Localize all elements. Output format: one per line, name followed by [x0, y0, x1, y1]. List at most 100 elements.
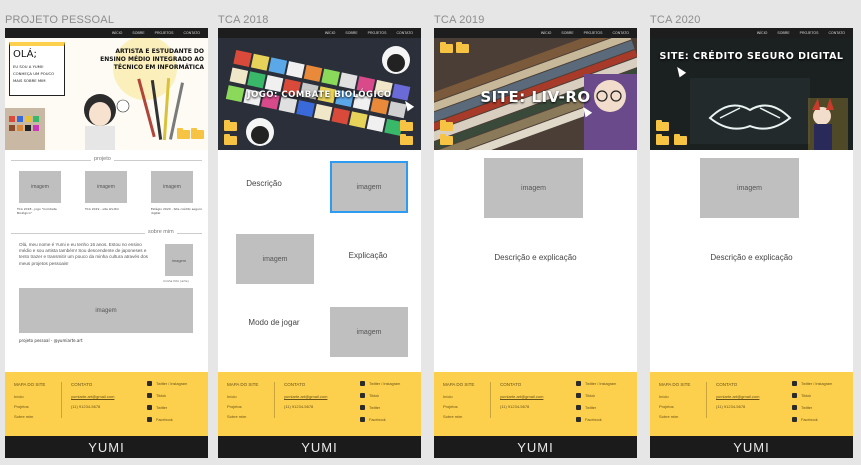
big-image[interactable]: imagem: [19, 288, 193, 333]
footer-email-link[interactable]: yumiarte.art@gmail.com: [716, 394, 759, 399]
hero-title: SITE: LIV-RO: [480, 88, 591, 106]
frame-projeto-pessoal[interactable]: INÍCIO SOBRE PROJETOS CONTATO OLÁ; EU SO…: [5, 28, 208, 458]
main-image[interactable]: imagem: [700, 158, 799, 218]
project-image-2[interactable]: imagem: [85, 171, 127, 203]
footer-link-inicio[interactable]: Início: [659, 394, 669, 399]
footer-link-projetos[interactable]: Projetos: [14, 404, 29, 409]
brand-bar: YUMI: [434, 436, 637, 458]
folder-icon[interactable]: [440, 42, 453, 53]
nav-inicio[interactable]: INÍCIO: [541, 31, 552, 35]
footer-link-sobre[interactable]: Sobre mim: [14, 414, 33, 419]
folder-icon[interactable]: [656, 134, 669, 145]
footer-email-link[interactable]: yumiarte.art@gmail.com: [500, 394, 543, 399]
image-3[interactable]: imagem: [330, 307, 408, 357]
social-instagram[interactable]: Twitter / Instagram: [360, 381, 400, 386]
nav-contato[interactable]: CONTATO: [396, 31, 413, 35]
folder-icon[interactable]: [656, 120, 669, 131]
image-2[interactable]: imagem: [236, 234, 314, 284]
nav-projetos[interactable]: PROJETOS: [800, 31, 819, 35]
footer-link-inicio[interactable]: Início: [14, 394, 24, 399]
frame-label-4[interactable]: TCA 2020: [650, 14, 701, 26]
folder-icon[interactable]: [456, 42, 469, 53]
section-label-about: sobre mim: [145, 229, 177, 235]
footer-contact-title: CONTATO: [284, 382, 306, 387]
social-instagram[interactable]: Twitter / Instagram: [792, 381, 832, 386]
social-facebook[interactable]: Facebook: [576, 417, 602, 422]
social-instagram[interactable]: Twitter / Instagram: [576, 381, 616, 386]
project-image-1[interactable]: imagem: [19, 171, 61, 203]
footer-link-projetos[interactable]: Projetos: [659, 404, 674, 409]
footer-link-sobre[interactable]: Sobre mim: [443, 414, 462, 419]
footer-link-inicio[interactable]: Início: [443, 394, 453, 399]
social-twitter[interactable]: Twitter: [576, 405, 596, 410]
instagram-icon: [147, 381, 152, 386]
social-twitter[interactable]: Twitter: [360, 405, 380, 410]
instagram-icon: [576, 381, 581, 386]
nav-sobre[interactable]: SOBRE: [345, 31, 357, 35]
frame-tca-2018[interactable]: INÍCIO SOBRE PROJETOS CONTATO JOGO: COMB…: [218, 28, 421, 458]
nav-sobre[interactable]: SOBRE: [777, 31, 789, 35]
social-facebook[interactable]: Facebook: [792, 417, 818, 422]
nav-projetos[interactable]: PROJETOS: [155, 31, 174, 35]
footer-link-sobre[interactable]: Sobre mim: [227, 414, 246, 419]
greeting-line-2: CONHEÇA UM POUCO: [13, 71, 55, 76]
description-text: Descrição e explicação: [494, 253, 577, 262]
nav-contato[interactable]: CONTATO: [828, 31, 845, 35]
folder-icon[interactable]: [400, 120, 413, 131]
social-label: Twitter / Instagram: [369, 381, 401, 386]
explicacao-text: Explicação: [348, 251, 388, 260]
frame-tca-2020[interactable]: INÍCIO SOBRE PROJETOS CONTATO SITE: CRÉD…: [650, 28, 853, 458]
footer-email-link[interactable]: yumiarte.art@gmail.com: [284, 394, 327, 399]
nav-inicio[interactable]: INÍCIO: [325, 31, 336, 35]
footer-link-projetos[interactable]: Projetos: [443, 404, 458, 409]
social-label: Twitter: [801, 405, 813, 410]
facebook-icon: [360, 417, 365, 422]
hero-title: ARTISTA E ESTUDANTE DO ENSINO MÉDIO INTE…: [100, 48, 204, 72]
social-facebook[interactable]: Facebook: [360, 417, 386, 422]
project-image-3[interactable]: imagem: [151, 171, 193, 203]
tiktok-icon: [792, 393, 797, 398]
folder-icon[interactable]: [224, 120, 237, 131]
nav-projetos[interactable]: PROJETOS: [584, 31, 603, 35]
social-twitter[interactable]: Twitter: [147, 405, 167, 410]
folder-icon[interactable]: [440, 120, 453, 131]
social-tiktok[interactable]: Tiktok: [792, 393, 811, 398]
nav-sobre[interactable]: SOBRE: [561, 31, 573, 35]
nav-sobre[interactable]: SOBRE: [132, 31, 144, 35]
social-tiktok[interactable]: Tiktok: [576, 393, 595, 398]
about-image[interactable]: imagem: [165, 244, 193, 276]
nav-projetos[interactable]: PROJETOS: [368, 31, 387, 35]
social-facebook[interactable]: Facebook: [147, 417, 173, 422]
main-image[interactable]: imagem: [484, 158, 583, 218]
frame-label-1[interactable]: PROJETO PESSOAL: [5, 14, 114, 26]
footer-email-link[interactable]: yumiarte.art@gmail.com: [71, 394, 114, 399]
footer-divider: [274, 382, 275, 418]
social-tiktok[interactable]: Tiktok: [360, 393, 379, 398]
frame-tca-2019[interactable]: INÍCIO SOBRE PROJETOS CONTATO SITE: LIV-…: [434, 28, 637, 458]
folder-icon[interactable]: [440, 134, 453, 145]
footer: MAPA DO SITE Início Projetos Sobre mim C…: [434, 372, 637, 436]
folder-icon[interactable]: [674, 134, 687, 145]
folder-icon[interactable]: [224, 134, 237, 145]
nav-inicio[interactable]: INÍCIO: [112, 31, 123, 35]
folder-icon[interactable]: [191, 128, 204, 139]
greeting-line-1: EU SOU A YUMI!: [13, 64, 44, 69]
footer-contact-title: CONTATO: [716, 382, 738, 387]
social-instagram[interactable]: Twitter / Instagram: [147, 381, 187, 386]
social-label: Twitter: [369, 405, 381, 410]
footer-divider: [61, 382, 62, 418]
social-twitter[interactable]: Twitter: [792, 405, 812, 410]
social-label: Facebook: [156, 417, 173, 422]
nav-contato[interactable]: CONTATO: [612, 31, 629, 35]
folder-icon[interactable]: [177, 128, 190, 139]
footer-link-sobre[interactable]: Sobre mim: [659, 414, 678, 419]
frame-label-3[interactable]: TCA 2019: [434, 14, 485, 26]
nav-contato[interactable]: CONTATO: [183, 31, 200, 35]
image-1-selected[interactable]: imagem: [330, 161, 408, 213]
nav-inicio[interactable]: INÍCIO: [757, 31, 768, 35]
folder-icon[interactable]: [400, 134, 413, 145]
footer-link-inicio[interactable]: Início: [227, 394, 237, 399]
social-tiktok[interactable]: Tiktok: [147, 393, 166, 398]
frame-label-2[interactable]: TCA 2018: [218, 14, 269, 26]
footer-link-projetos[interactable]: Projetos: [227, 404, 242, 409]
